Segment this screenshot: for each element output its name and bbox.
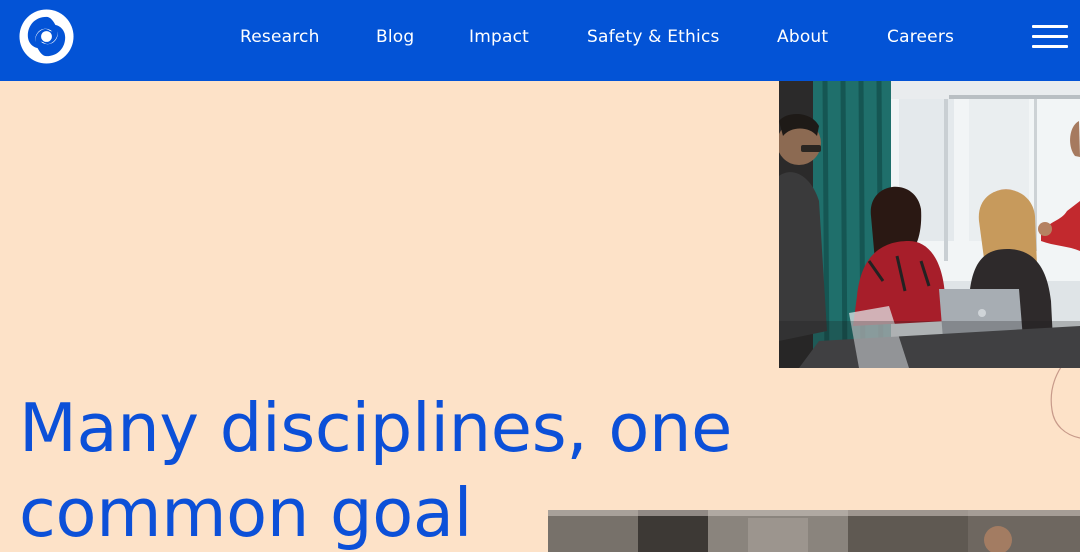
team-meeting-photo	[779, 81, 1080, 368]
nav-careers[interactable]: Careers	[887, 26, 954, 48]
nav-impact[interactable]: Impact	[469, 26, 529, 48]
headline-line-2: common goal	[19, 474, 473, 552]
hero-headline: Many disciplines, one common goal	[19, 386, 759, 552]
nav-blog[interactable]: Blog	[376, 26, 414, 48]
nav-about[interactable]: About	[777, 26, 828, 48]
top-navbar: Research Blog Impact Safety & Ethics Abo…	[0, 0, 1080, 81]
nav-research[interactable]: Research	[240, 26, 320, 48]
headline-line-1: Many disciplines, one	[19, 389, 733, 467]
deepmind-logo-icon[interactable]	[18, 8, 75, 65]
hamburger-menu-icon[interactable]	[1032, 25, 1068, 49]
nav-safety-ethics[interactable]: Safety & Ethics	[587, 26, 720, 48]
